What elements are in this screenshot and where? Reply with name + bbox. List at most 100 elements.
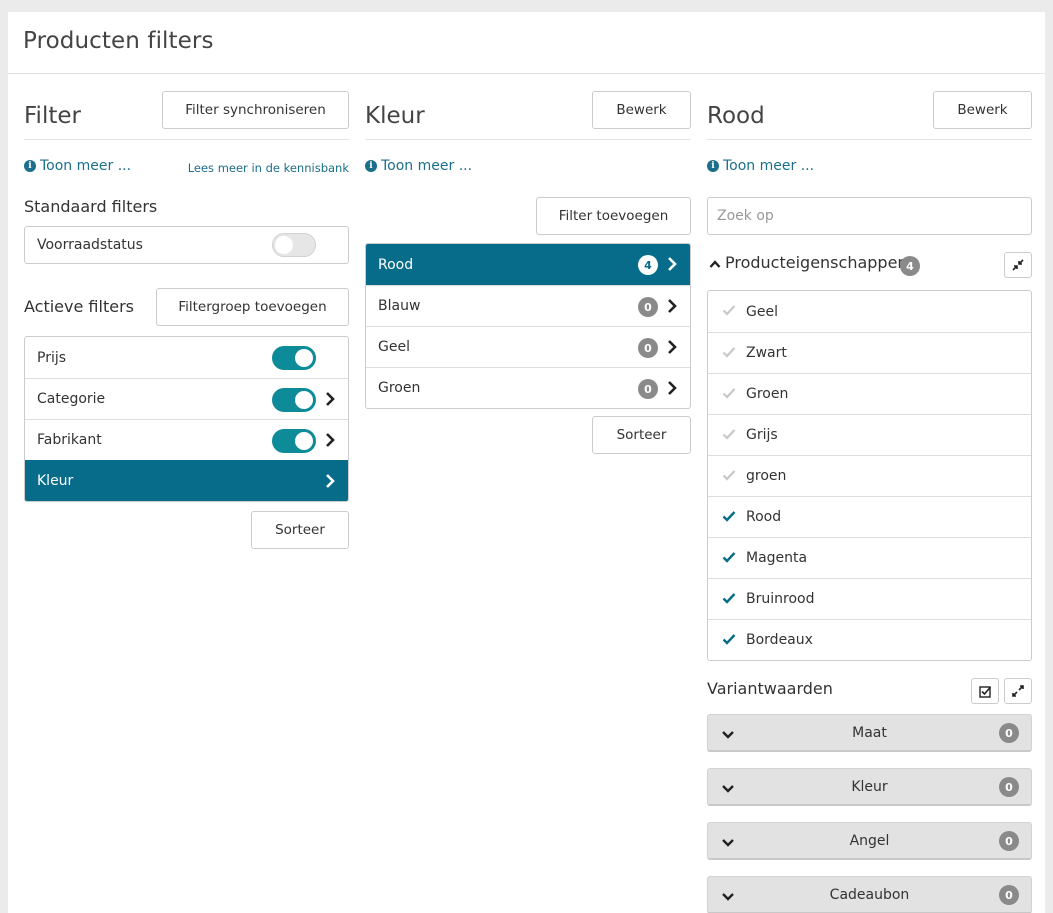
stock-status-toggle[interactable]: [272, 233, 316, 257]
count-badge: 0: [999, 885, 1019, 905]
property-item[interactable]: Groen: [708, 373, 1031, 414]
add-filter-group-button[interactable]: Filtergroep toevoegen: [156, 288, 349, 326]
variant-accordion-maat[interactable]: Maat 0: [707, 714, 1032, 752]
kleur-item-blauw[interactable]: Blauw 0: [366, 285, 690, 326]
property-item[interactable]: Grijs: [708, 414, 1031, 455]
kleur-title: Kleur: [365, 103, 425, 129]
active-filter-label: Categorie: [37, 391, 106, 407]
property-item[interactable]: groen: [708, 455, 1031, 496]
properties-list: Geel Zwart Groen Grijs groen Rood Magent…: [707, 290, 1032, 661]
kleur-edit-button[interactable]: Bewerk: [592, 91, 691, 129]
compress-icon: [1012, 259, 1024, 271]
active-filters-label: Actieve filters: [24, 297, 134, 316]
select-all-button[interactable]: [971, 678, 999, 704]
property-label: Bordeaux: [746, 632, 813, 648]
chevron-down-icon: [721, 782, 735, 798]
property-item[interactable]: Bordeaux: [708, 619, 1031, 660]
kleur-sort-row: Sorteer: [365, 416, 691, 454]
count-badge: 0: [999, 723, 1019, 743]
filter-header: Filter Filter synchroniseren: [24, 91, 349, 140]
kleur-item-groen[interactable]: Groen 0: [366, 367, 690, 408]
variants-header: Variantwaarden: [707, 671, 1032, 707]
variant-accordion-cadeaubon[interactable]: Cadeaubon 0: [707, 876, 1032, 913]
kleur-column: Kleur Bewerk i Toon meer ... Filter toev…: [365, 91, 691, 454]
kleur-header: Kleur Bewerk: [365, 91, 691, 140]
filter-info-row: i Toon meer ... Lees meer in de kennisba…: [24, 156, 349, 192]
count-badge: 0: [999, 831, 1019, 851]
property-label: Magenta: [746, 550, 808, 566]
expand-icon: [1012, 685, 1024, 697]
filter-more-link[interactable]: i Toon meer ...: [24, 158, 131, 174]
property-item[interactable]: Bruinrood: [708, 578, 1031, 619]
page-header: Producten filters: [8, 12, 1045, 74]
chevron-right-icon: [666, 380, 678, 396]
page: Producten filters Filter Filter synchron…: [8, 12, 1045, 913]
count-badge: 0: [638, 379, 658, 399]
rood-more-link[interactable]: i Toon meer ...: [707, 158, 814, 174]
chevron-up-icon[interactable]: [709, 257, 721, 273]
variant-accordion-kleur[interactable]: Kleur 0: [707, 768, 1032, 806]
fabrikant-toggle[interactable]: [272, 429, 316, 453]
property-item[interactable]: Zwart: [708, 332, 1031, 373]
variant-label: Kleur: [851, 778, 888, 795]
kleur-item-rood[interactable]: Rood 4: [366, 244, 690, 285]
add-filter-button[interactable]: Filter toevoegen: [536, 197, 691, 235]
stock-status-label: Voorraadstatus: [37, 237, 143, 253]
chevron-right-icon: [666, 298, 678, 314]
variant-label: Maat: [852, 724, 887, 741]
active-filter-item-kleur[interactable]: Kleur: [25, 460, 348, 501]
chevron-right-icon: [324, 391, 336, 407]
kleur-values-list: Rood 4 Blauw 0 Geel 0 Groen 0: [365, 243, 691, 409]
rood-info-row: i Toon meer ...: [707, 156, 1032, 192]
kleur-sort-button[interactable]: Sorteer: [592, 416, 691, 454]
stock-status-item: Voorraadstatus: [25, 227, 348, 263]
property-item[interactable]: Rood: [708, 496, 1031, 537]
chevron-right-icon: [324, 473, 336, 489]
check-icon: [722, 511, 736, 522]
filter-column: Filter Filter synchroniseren i Toon meer…: [24, 91, 349, 549]
kleur-item-geel[interactable]: Geel 0: [366, 326, 690, 367]
count-badge: 0: [638, 297, 658, 317]
rood-edit-button[interactable]: Bewerk: [933, 91, 1032, 129]
rood-title: Rood: [707, 103, 765, 129]
knowledge-base-link[interactable]: Lees meer in de kennisbank: [188, 161, 349, 175]
search-input[interactable]: [707, 197, 1032, 235]
property-item[interactable]: Geel: [708, 291, 1031, 332]
active-filter-item-fabrikant[interactable]: Fabrikant: [25, 419, 348, 460]
active-filter-item-categorie[interactable]: Categorie: [25, 378, 348, 419]
chevron-down-icon: [721, 728, 735, 744]
collapse-button[interactable]: [1004, 252, 1032, 278]
check-icon: [722, 347, 736, 358]
categorie-toggle[interactable]: [272, 388, 316, 412]
check-icon: [722, 552, 736, 563]
kleur-more-label: Toon meer ...: [381, 158, 473, 174]
property-label: Rood: [746, 509, 782, 525]
kleur-more-link[interactable]: i Toon meer ...: [365, 158, 472, 174]
expand-button[interactable]: [1004, 678, 1032, 704]
active-filter-item-prijs[interactable]: Prijs: [25, 337, 348, 378]
page-title: Producten filters: [23, 28, 214, 54]
filter-title: Filter: [24, 103, 81, 129]
kleur-item-label: Geel: [378, 339, 410, 355]
sync-filter-button[interactable]: Filter synchroniseren: [162, 91, 349, 129]
property-label: Geel: [746, 303, 778, 320]
standard-filters-label: Standaard filters: [24, 197, 158, 216]
filter-sort-button[interactable]: Sorteer: [251, 511, 349, 549]
info-icon: i: [365, 160, 377, 172]
kleur-item-label: Groen: [378, 380, 421, 396]
property-item[interactable]: Magenta: [708, 537, 1031, 578]
check-icon: [722, 634, 736, 645]
properties-count-badge: 4: [900, 256, 920, 276]
standard-filters-list: Voorraadstatus: [24, 226, 349, 264]
rood-more-label: Toon meer ...: [723, 158, 815, 174]
prijs-toggle[interactable]: [272, 346, 316, 370]
chevron-down-icon: [721, 836, 735, 852]
check-icon: [722, 593, 736, 604]
variant-accordion-angel[interactable]: Angel 0: [707, 822, 1032, 860]
chevron-right-icon: [666, 339, 678, 355]
active-filters-list: Prijs Categorie Fabrikant Kleur: [24, 336, 349, 502]
variants-list: Maat 0 Kleur 0 Angel 0 Cadeaubon 0: [707, 714, 1032, 913]
property-label: Grijs: [746, 427, 778, 443]
chevron-right-icon: [324, 432, 336, 448]
active-filter-label: Fabrikant: [37, 432, 102, 448]
